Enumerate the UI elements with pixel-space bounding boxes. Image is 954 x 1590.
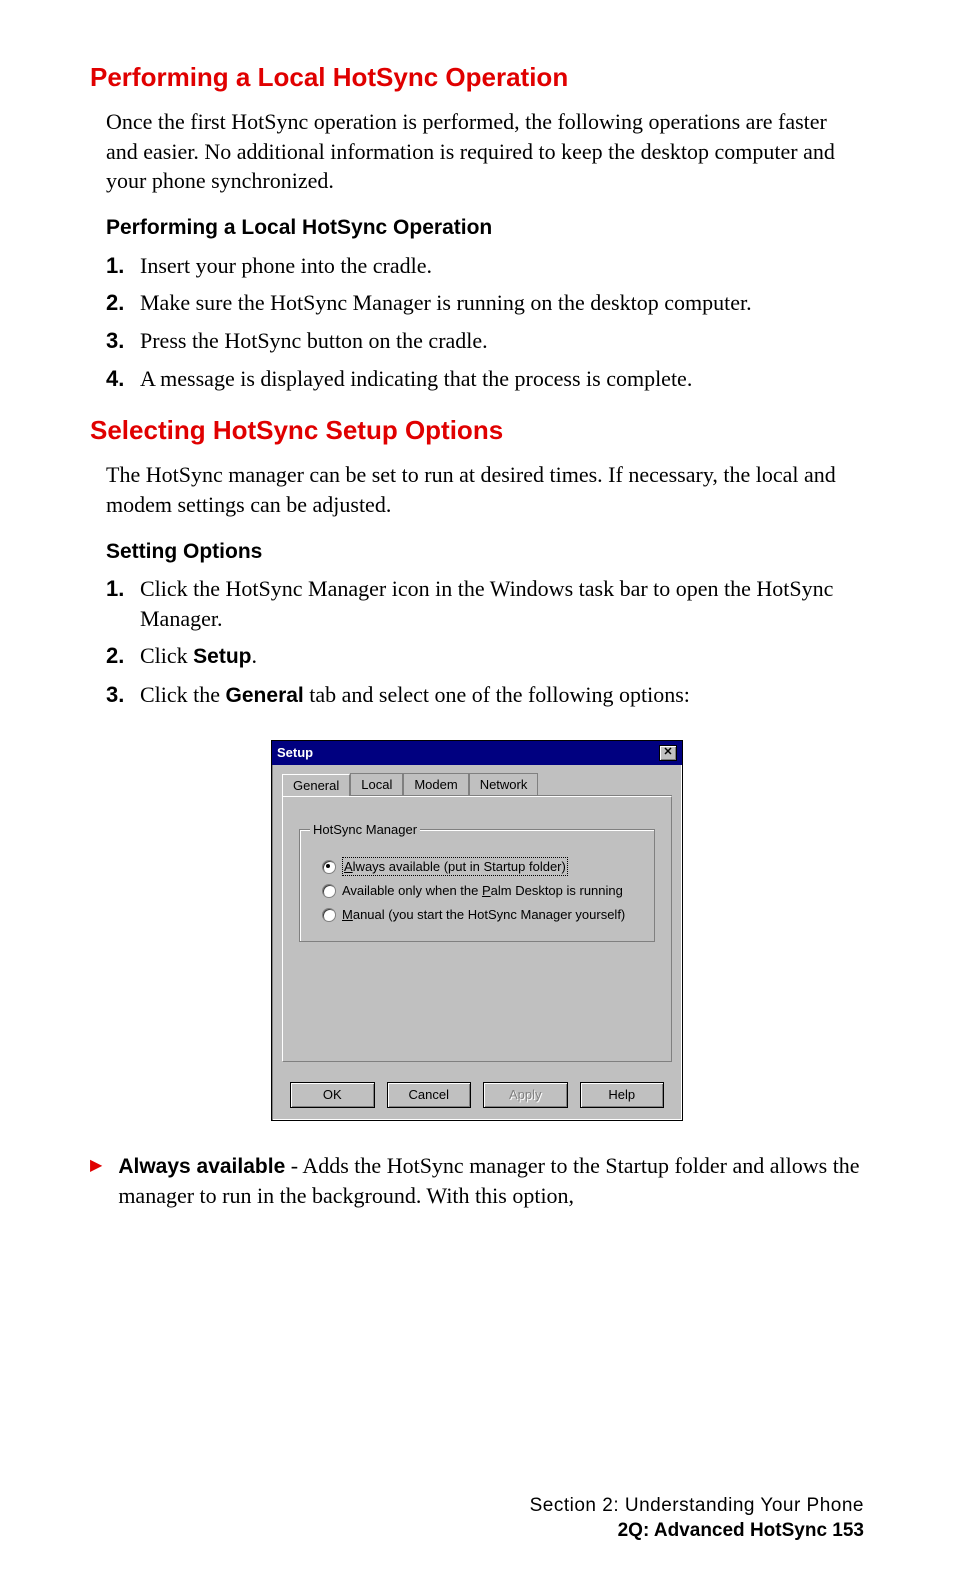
footer-page: 2Q: Advanced HotSync 153	[530, 1518, 864, 1544]
heading-setup-options: Selecting HotSync Setup Options	[90, 413, 864, 448]
step-text: Insert your phone into the cradle.	[140, 251, 864, 281]
radio-icon	[322, 860, 336, 874]
tab-panel-general: HotSync Manager Always available (put in…	[282, 796, 672, 1062]
radio-label: Available only when the Palm Desktop is …	[342, 882, 623, 900]
step-text: Click the HotSync Manager icon in the Wi…	[140, 574, 864, 633]
step-number: 3.	[106, 326, 140, 356]
step-text: Make sure the HotSync Manager is running…	[140, 288, 864, 318]
list-item: 1.Click the HotSync Manager icon in the …	[106, 574, 864, 633]
radio-label: Manual (you start the HotSync Manager yo…	[342, 906, 625, 924]
ok-button[interactable]: OK	[290, 1082, 375, 1108]
step-text: Click Setup.	[140, 641, 864, 671]
step-number: 1.	[106, 251, 140, 281]
tab-general[interactable]: General	[282, 774, 350, 797]
tab-network[interactable]: Network	[469, 773, 539, 796]
page-footer: Section 2: Understanding Your Phone 2Q: …	[530, 1493, 864, 1544]
para-setup-options: The HotSync manager can be set to run at…	[106, 460, 864, 519]
bullet-text: Always available - Adds the HotSync mana…	[118, 1151, 864, 1211]
bullet-always-available: ▶ Always available - Adds the HotSync ma…	[90, 1151, 864, 1211]
heading-local-hotsync: Performing a Local HotSync Operation	[90, 60, 864, 95]
step-number: 4.	[106, 364, 140, 394]
help-button[interactable]: Help	[580, 1082, 665, 1108]
group-legend: HotSync Manager	[310, 821, 420, 839]
list-item: 3.Press the HotSync button on the cradle…	[106, 326, 864, 356]
radio-always-available[interactable]: Always available (put in Startup folder)	[322, 857, 644, 877]
steps-local-hotsync: 1.Insert your phone into the cradle. 2.M…	[106, 251, 864, 394]
radio-icon	[322, 884, 336, 898]
dialog-button-row: OK Cancel Apply Help	[272, 1072, 682, 1120]
footer-section: Section 2: Understanding Your Phone	[530, 1493, 864, 1519]
list-item: 2.Make sure the HotSync Manager is runni…	[106, 288, 864, 318]
tab-modem[interactable]: Modem	[403, 773, 468, 796]
subheading-setting-options: Setting Options	[106, 538, 864, 566]
radio-available-palm[interactable]: Available only when the Palm Desktop is …	[322, 882, 644, 900]
step-number: 2.	[106, 641, 140, 671]
hotsync-manager-group: HotSync Manager Always available (put in…	[299, 821, 655, 942]
radio-label: Always available (put in Startup folder)	[342, 857, 568, 877]
step-number: 3.	[106, 680, 140, 710]
radio-icon	[322, 908, 336, 922]
step-text: A message is displayed indicating that t…	[140, 364, 864, 394]
step-text: Press the HotSync button on the cradle.	[140, 326, 864, 356]
subheading-local-hotsync: Performing a Local HotSync Operation	[106, 214, 864, 242]
list-item: 3.Click the General tab and select one o…	[106, 680, 864, 710]
dialog-titlebar: Setup ✕	[272, 741, 682, 765]
step-number: 1.	[106, 574, 140, 633]
radio-manual[interactable]: Manual (you start the HotSync Manager yo…	[322, 906, 644, 924]
step-number: 2.	[106, 288, 140, 318]
step-text: Click the General tab and select one of …	[140, 680, 864, 710]
dialog-title: Setup	[277, 744, 313, 762]
list-item: 4.A message is displayed indicating that…	[106, 364, 864, 394]
cancel-button[interactable]: Cancel	[387, 1082, 472, 1108]
list-item: 1.Insert your phone into the cradle.	[106, 251, 864, 281]
dialog-tabs: General Local Modem Network	[282, 773, 672, 797]
setup-dialog: Setup ✕ General Local Modem Network HotS…	[271, 740, 683, 1121]
steps-setting-options: 1.Click the HotSync Manager icon in the …	[106, 574, 864, 710]
triangle-bullet-icon: ▶	[90, 1155, 102, 1211]
apply-button[interactable]: Apply	[483, 1082, 568, 1108]
list-item: 2.Click Setup.	[106, 641, 864, 671]
tab-local[interactable]: Local	[350, 773, 403, 796]
close-icon[interactable]: ✕	[659, 745, 677, 761]
para-local-hotsync: Once the first HotSync operation is perf…	[106, 107, 864, 196]
